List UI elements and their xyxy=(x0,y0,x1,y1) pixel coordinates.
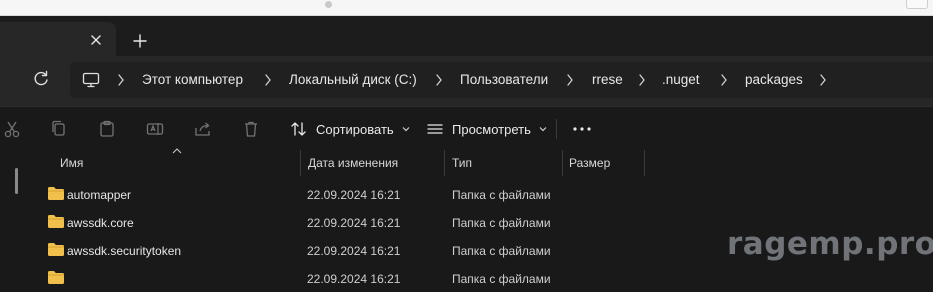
strip-indicator-dot xyxy=(325,1,332,8)
command-bar: Сортировать Просмотреть xyxy=(0,106,933,151)
view-button[interactable]: Просмотреть xyxy=(426,115,547,143)
file-date: 22.09.2024 16:21 xyxy=(307,216,401,230)
sort-ascending-icon xyxy=(172,148,182,154)
watermark-text: ragemp.pro xyxy=(727,226,933,262)
chevron-down-icon xyxy=(539,127,547,132)
address-row: Этот компьютер Локальный диск (C:) Польз… xyxy=(0,56,933,106)
toolbar-divider xyxy=(556,119,557,139)
chevron-down-icon xyxy=(402,127,410,132)
more-options-button[interactable] xyxy=(572,121,592,137)
folder-icon xyxy=(48,187,64,200)
list-item[interactable]: 22.09.2024 16:21 Папка с файлами xyxy=(40,264,933,292)
column-header-date[interactable]: Дата изменения xyxy=(308,156,398,170)
scrollbar-thumb[interactable] xyxy=(15,168,18,194)
column-header-size[interactable]: Размер xyxy=(569,156,610,170)
chevron-right-icon[interactable] xyxy=(818,73,828,87)
file-name: awssdk.core xyxy=(67,216,134,230)
file-type: Папка с файлами xyxy=(452,188,551,202)
delete-icon[interactable] xyxy=(241,119,261,139)
chevron-right-icon xyxy=(721,74,727,86)
column-divider[interactable] xyxy=(644,150,645,176)
column-header-name[interactable]: Имя xyxy=(60,156,83,170)
breadcrumb-item-this-pc[interactable]: Этот компьютер xyxy=(142,72,243,87)
file-name: awssdk.securitytoken xyxy=(67,244,182,258)
paste-icon[interactable] xyxy=(97,119,117,139)
cut-icon[interactable] xyxy=(2,119,22,139)
breadcrumb-item-users[interactable]: Пользователи xyxy=(460,72,548,87)
close-icon[interactable] xyxy=(84,30,108,50)
folder-icon xyxy=(48,271,64,284)
column-divider[interactable] xyxy=(300,150,301,176)
file-type: Папка с файлами xyxy=(452,244,551,258)
folder-icon xyxy=(48,243,64,256)
view-label: Просмотреть xyxy=(452,121,531,137)
browser-top-strip xyxy=(0,0,933,16)
computer-icon[interactable] xyxy=(82,71,100,89)
file-date: 22.09.2024 16:21 xyxy=(307,188,401,202)
chevron-right-icon xyxy=(639,74,645,86)
plus-icon[interactable] xyxy=(128,29,152,53)
view-icon xyxy=(427,124,443,134)
strip-window-control[interactable] xyxy=(906,0,928,9)
file-name: automapper xyxy=(67,188,132,202)
column-header-type[interactable]: Тип xyxy=(452,156,472,170)
list-item[interactable]: automapper 22.09.2024 16:21 Папка с файл… xyxy=(40,180,933,208)
breadcrumb-item-local-disk[interactable]: Локальный диск (C:) xyxy=(289,72,417,87)
breadcrumb-item-user[interactable]: rrese xyxy=(592,72,623,87)
folder-icon xyxy=(48,215,64,228)
breadcrumb[interactable]: Этот компьютер Локальный диск (C:) Польз… xyxy=(70,62,933,98)
column-divider[interactable] xyxy=(444,150,445,176)
file-date: 22.09.2024 16:21 xyxy=(307,272,401,286)
chevron-right-icon xyxy=(118,74,124,86)
tab-bar xyxy=(0,16,933,56)
sort-icon xyxy=(291,122,306,136)
sort-button[interactable]: Сортировать xyxy=(290,115,410,143)
sort-label: Сортировать xyxy=(316,121,394,137)
share-icon[interactable] xyxy=(193,119,213,139)
column-divider[interactable] xyxy=(562,150,563,176)
file-type: Папка с файлами xyxy=(452,272,551,286)
chevron-right-icon xyxy=(265,74,271,86)
rename-icon[interactable] xyxy=(145,119,165,139)
copy-icon[interactable] xyxy=(49,119,69,139)
breadcrumb-item-packages[interactable]: packages xyxy=(745,72,803,87)
refresh-icon[interactable] xyxy=(30,68,52,90)
file-type: Папка с файлами xyxy=(452,216,551,230)
file-date: 22.09.2024 16:21 xyxy=(307,244,401,258)
chevron-right-icon xyxy=(567,74,573,86)
chevron-right-icon xyxy=(436,74,442,86)
breadcrumb-item-nuget[interactable]: .nuget xyxy=(662,72,700,87)
